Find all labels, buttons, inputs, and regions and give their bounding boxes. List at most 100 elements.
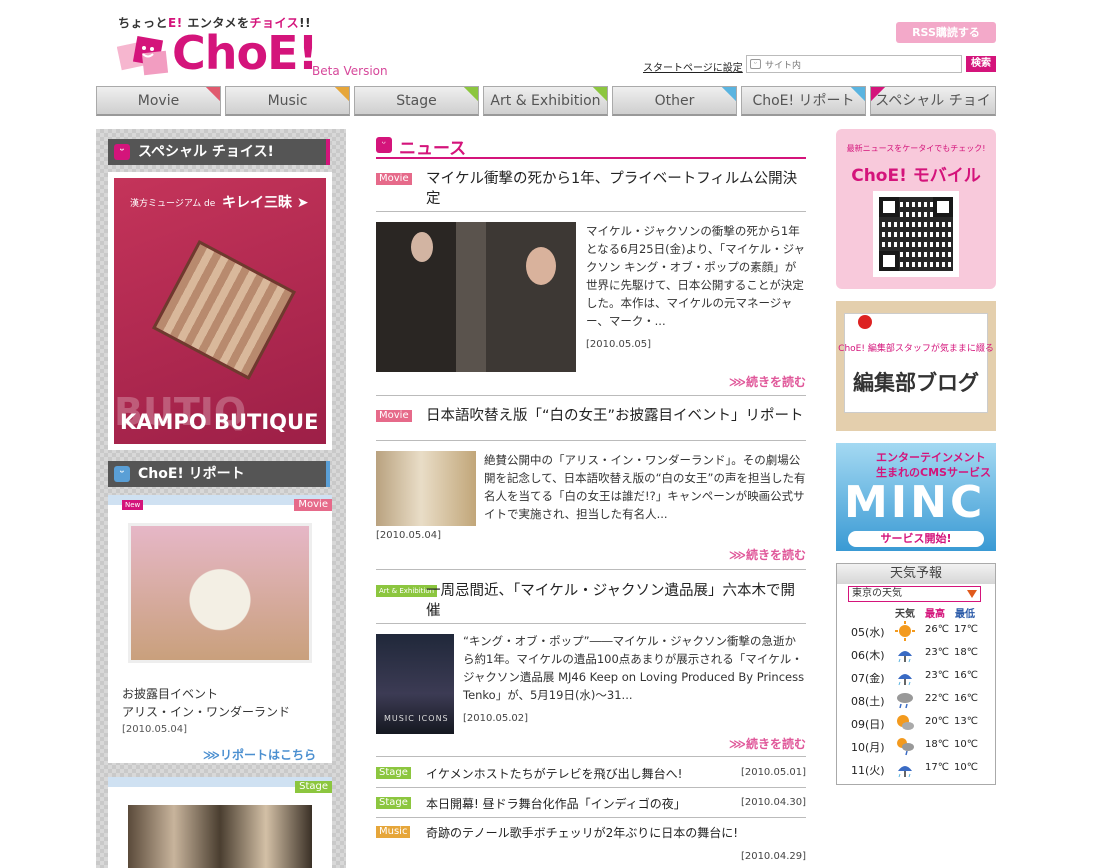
- article-summary: “キング・オブ・ポップ”――マイケル・ジャクソン衝撃の急逝から約1年。マイケルの…: [463, 634, 805, 702]
- weather-row: 10(月) 18℃ 10℃: [837, 735, 997, 757]
- smile-icon: ᵕ: [376, 137, 392, 153]
- weather-day: 10(月): [851, 741, 885, 754]
- weather-heading: 天気予報: [837, 564, 995, 584]
- report-photo[interactable]: [128, 523, 312, 663]
- article-date: [2010.05.05]: [586, 339, 652, 350]
- weather-high: 23℃: [925, 647, 949, 658]
- category-badge: Movie: [376, 410, 412, 422]
- stage-photo[interactable]: [128, 805, 312, 868]
- choe-report-heading: ᵕ ChoE! リポート: [108, 461, 330, 487]
- divider: [376, 817, 806, 818]
- article-photo[interactable]: MUSIC ICONS: [376, 634, 454, 734]
- set-start-page-link[interactable]: スタートページに設定: [643, 59, 743, 74]
- report-title-line2[interactable]: アリス・イン・ワンダーランド: [122, 703, 290, 720]
- short-news-date: [2010.04.30]: [740, 797, 806, 808]
- news-heading: ᵕ ニュース: [376, 133, 806, 159]
- kampo-promo-banner[interactable]: 漢方ミュージアム de キレイ三昧 ➤ BUTIQ KAMPO BUTIQUE: [108, 172, 332, 450]
- weather-low: 13℃: [954, 716, 978, 727]
- category-badge: Movie: [376, 173, 412, 185]
- nav-tab-movie[interactable]: Movie: [96, 86, 221, 116]
- site-search-input[interactable]: ᵕ サイト内: [746, 55, 962, 73]
- smile-icon: ᵕ: [114, 144, 130, 160]
- read-more-link[interactable]: ⋙続きを読む: [729, 373, 806, 390]
- short-news-title[interactable]: 奇跡のテノール歌手ボチェッリが2年ぶりに日本の舞台に!: [426, 824, 738, 841]
- weather-row: 08(土) 22℃ 16℃: [837, 689, 997, 711]
- weather-low: 10℃: [954, 739, 978, 750]
- category-badge: Stage: [376, 797, 411, 809]
- article-photo[interactable]: [376, 222, 576, 372]
- divider: [376, 787, 806, 788]
- mobile-banner[interactable]: 最新ニュースをケータイでもチェック! ChoE! モバイル: [836, 129, 996, 289]
- divider: [376, 211, 806, 212]
- weather-row: 06(木) 23℃ 18℃: [837, 643, 997, 665]
- article-summary: 絶賛公開中の「アリス・イン・ワンダーランド」。その劇場公開を記念して、日本語吹替…: [484, 453, 806, 521]
- short-news-title[interactable]: イケメンホストたちがテレビを飛び出し舞台へ!: [426, 765, 682, 782]
- tab-corner-icon: [721, 87, 736, 102]
- article-title[interactable]: 一周忌間近、「マイケル・ジャクソン遺品展」六本木で開催: [426, 581, 806, 621]
- weather-low: 16℃: [954, 693, 978, 704]
- category-badge: Stage: [295, 781, 332, 793]
- search-button[interactable]: 検索: [966, 56, 996, 72]
- article-title[interactable]: 日本語吹替え版「“白の女王”お披露目イベント」リポート: [426, 406, 806, 426]
- minc-banner[interactable]: エンターテインメント 生まれのCMSサービス MINC サービス開始!: [836, 443, 996, 551]
- editorial-blog-banner[interactable]: ChoE! 編集部スタッフが気ままに綴る 編集部ブログ: [836, 301, 996, 431]
- rain-icon: [898, 674, 912, 686]
- divider: [376, 623, 806, 624]
- tab-corner-icon: [205, 87, 220, 102]
- read-more-link[interactable]: ⋙続きを読む: [729, 546, 806, 563]
- sun-icon: [895, 621, 915, 641]
- short-news-title[interactable]: 本日開幕! 昼ドラ舞台化作品「インディゴの夜」: [426, 795, 686, 812]
- sun-rain-icon: [897, 738, 914, 756]
- weather-row: 11(火) 17℃ 10℃: [837, 758, 997, 780]
- qr-code: [873, 191, 959, 277]
- article-date: [2010.05.02]: [463, 713, 529, 724]
- article-photo[interactable]: [376, 451, 476, 526]
- site-header: ちょっとE! エンタメをチョイス!! ChoE! Beta Version RS…: [0, 0, 1110, 86]
- news-column: ᵕ ニュース Movie マイケル衝撃の死から1年、プライベートフィルム公開決定…: [376, 129, 806, 868]
- article-date: [2010.05.04]: [376, 530, 442, 541]
- nav-tab-special-choice[interactable]: スペシャル チョイス!: [870, 86, 996, 116]
- report-card[interactable]: New Movie お披露目イベント アリス・イン・ワンダーランド [2010.…: [108, 495, 332, 763]
- nav-tab-stage[interactable]: Stage: [354, 86, 479, 116]
- rss-subscribe-button[interactable]: RSS購読する: [896, 22, 996, 43]
- weather-day: 09(日): [851, 718, 885, 731]
- nav-tab-music[interactable]: Music: [225, 86, 350, 116]
- stage-card[interactable]: Stage: [108, 777, 332, 868]
- tab-corner-icon: [463, 87, 478, 102]
- pushpin-icon: [858, 315, 872, 329]
- nav-tab-other[interactable]: Other: [612, 86, 737, 116]
- promo-photo: [151, 240, 297, 380]
- weather-row: 09(日) 20℃ 13℃: [837, 712, 997, 734]
- report-more-link[interactable]: ⋙リポートはこちら: [203, 746, 316, 763]
- weather-location-select[interactable]: 東京の天気: [848, 586, 981, 602]
- weather-low: 17℃: [954, 624, 978, 635]
- sun-cloud-icon: [897, 715, 914, 730]
- promo-image: 漢方ミュージアム de キレイ三昧 ➤ BUTIQ KAMPO BUTIQUE: [114, 178, 326, 444]
- right-sidebar: 最新ニュースをケータイでもチェック! ChoE! モバイル ChoE! 編集部ス…: [836, 129, 996, 868]
- weather-row: 07(金) 23℃ 16℃: [837, 666, 997, 688]
- read-more-link[interactable]: ⋙続きを読む: [729, 735, 806, 752]
- nav-tab-art-exhibition[interactable]: Art & Exhibition: [483, 86, 608, 116]
- site-logo[interactable]: ChoE!: [172, 26, 319, 80]
- divider: [376, 756, 806, 757]
- weather-day: 06(木): [851, 649, 885, 662]
- logo-mascot-icon[interactable]: [117, 30, 171, 76]
- beta-label: Beta Version: [312, 64, 388, 78]
- category-badge: Music: [376, 826, 411, 838]
- weather-low: 18℃: [954, 647, 978, 658]
- weather-widget: 天気予報 東京の天気 天気 最高 最低 05(水) 26℃ 17℃ 06(木) 23℃ 1…: [836, 563, 996, 785]
- weather-high: 22℃: [925, 693, 949, 704]
- divider: [376, 395, 806, 396]
- smile-icon: ᵕ: [114, 466, 130, 482]
- category-badge: Stage: [376, 767, 411, 779]
- search-face-icon: ᵕ: [750, 59, 761, 69]
- weather-day: 08(土): [851, 695, 885, 708]
- weather-high: 26℃: [925, 624, 949, 635]
- report-title-line1[interactable]: お披露目イベント: [122, 685, 218, 702]
- tab-corner-icon: [334, 87, 349, 102]
- weather-high: 23℃: [925, 670, 949, 681]
- divider: [376, 440, 806, 441]
- new-badge: New: [122, 500, 144, 510]
- article-title[interactable]: マイケル衝撃の死から1年、プライベートフィルム公開決定: [426, 169, 806, 209]
- nav-tab-choe-report[interactable]: ChoE! リポート: [741, 86, 866, 116]
